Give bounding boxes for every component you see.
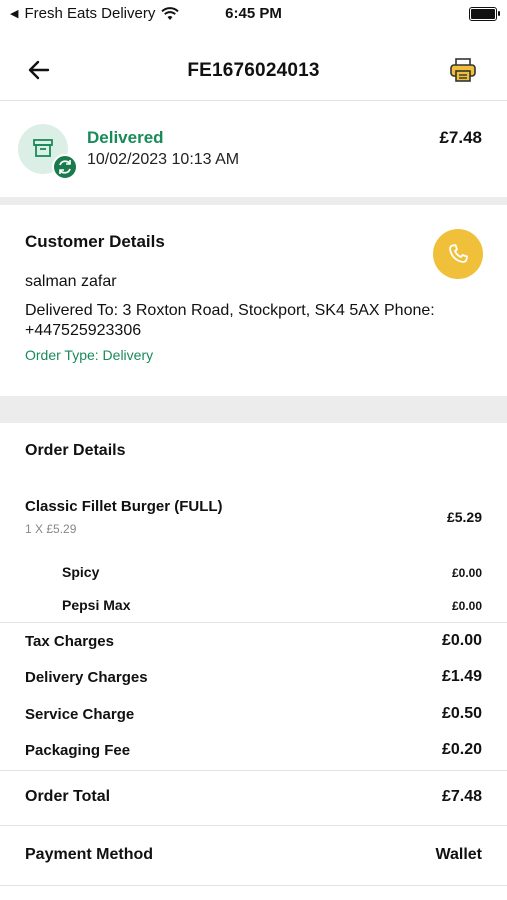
- order-total-value: £7.48: [441, 788, 482, 805]
- charge-value: £1.49: [441, 668, 482, 685]
- addon-name: Pepsi Max: [62, 597, 131, 613]
- customer-details-heading: Customer Details: [25, 232, 165, 251]
- archive-box-icon: [33, 139, 53, 157]
- status-time: 6:45 PM: [225, 5, 282, 22]
- addon-price: £0.00: [451, 566, 482, 580]
- charge-value: £0.20: [441, 741, 482, 758]
- divider: [0, 622, 507, 623]
- order-details-heading: Order Details: [25, 442, 126, 459]
- section-divider: [0, 396, 507, 423]
- customer-address: Delivered To: 3 Roxton Road, Stockport, …: [25, 302, 435, 339]
- order-status: Delivered: [87, 128, 164, 147]
- addon-name: Spicy: [62, 564, 100, 580]
- order-summary: Delivered 10/02/2023 10:13 AM £7.48: [0, 101, 507, 197]
- battery-tip: [498, 11, 500, 16]
- charge-label: Delivery Charges: [25, 669, 148, 686]
- order-amount: £7.48: [439, 128, 482, 147]
- call-customer-button[interactable]: [433, 229, 483, 279]
- phone-icon: [449, 244, 468, 263]
- addon-price: £0.00: [451, 599, 482, 613]
- item-price: £5.29: [446, 509, 482, 525]
- printer-icon[interactable]: [449, 56, 477, 84]
- nav-header: FE1676024013: [0, 38, 507, 101]
- order-total-label: Order Total: [25, 788, 111, 805]
- section-divider: [0, 197, 507, 205]
- charge-label: Service Charge: [25, 706, 135, 723]
- order-datetime: 10/02/2023 10:13 AM: [87, 151, 240, 168]
- order-type: Order Type: Delivery: [25, 347, 154, 363]
- battery-icon: [469, 7, 497, 21]
- item-quantity: 1 X £5.29: [25, 522, 77, 536]
- item-name: Classic Fillet Burger (FULL): [25, 498, 223, 515]
- payment-method-label: Payment Method: [25, 846, 154, 863]
- refresh-icon: [52, 154, 78, 180]
- charge-value: £0.50: [441, 705, 482, 722]
- order-details-section: Order Details Classic Fillet Burger (FUL…: [0, 423, 507, 622]
- divider: [0, 825, 507, 826]
- charge-label: Packaging Fee: [25, 742, 131, 759]
- payment-method-value: Wallet: [435, 846, 482, 863]
- customer-details-section: Customer Details salman zafar Delivered …: [0, 205, 507, 396]
- charge-label: Tax Charges: [25, 633, 114, 650]
- page-title: FE1676024013: [187, 60, 320, 81]
- status-bar: ◀ Fresh Eats Delivery 6:45 PM: [0, 0, 507, 28]
- customer-name: salman zafar: [25, 273, 117, 290]
- divider: [0, 770, 507, 771]
- divider: [0, 885, 507, 886]
- charge-value: £0.00: [441, 632, 482, 649]
